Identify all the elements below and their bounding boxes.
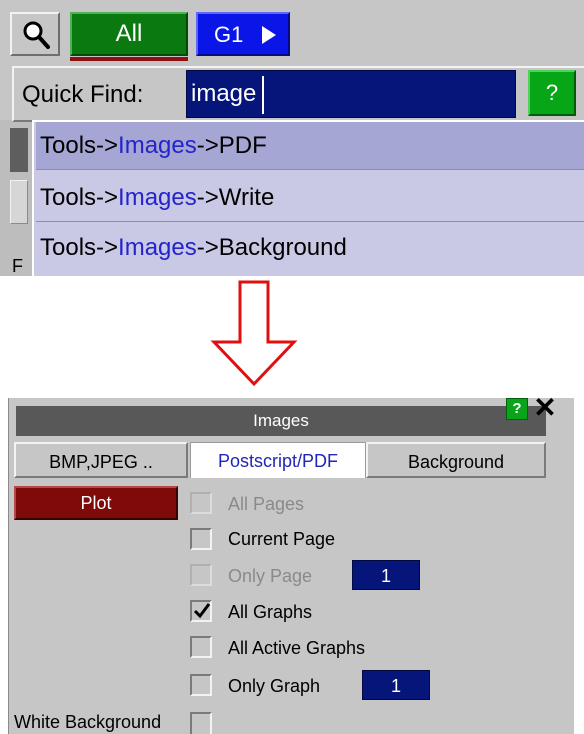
side-strip-letter: F bbox=[12, 256, 23, 276]
dialog-title: Images bbox=[16, 406, 546, 436]
current-page-checkbox[interactable] bbox=[190, 528, 212, 550]
suggestion-item[interactable]: Tools->Images->PDF bbox=[36, 122, 584, 170]
white-background-checkbox[interactable] bbox=[190, 712, 212, 734]
triangle-right-icon bbox=[262, 26, 276, 44]
down-arrow-icon bbox=[210, 280, 298, 387]
only-page-checkbox[interactable] bbox=[190, 564, 212, 586]
all-button-underline bbox=[70, 57, 188, 61]
quick-find-suggestions: Tools->Images->PDF Tools->Images->Write … bbox=[32, 120, 584, 276]
all-graphs-checkbox[interactable] bbox=[190, 600, 212, 622]
current-page-label: Current Page bbox=[228, 529, 336, 549]
all-button[interactable]: All bbox=[70, 12, 188, 56]
plot-button[interactable]: Plot bbox=[14, 486, 178, 520]
dialog-help-button[interactable]: ? bbox=[506, 398, 528, 420]
tab-background[interactable]: Background bbox=[366, 442, 546, 478]
all-active-graphs-checkbox[interactable] bbox=[190, 636, 212, 658]
suggestion-item[interactable]: Tools->Images->Background bbox=[36, 224, 584, 272]
magnifier-icon bbox=[23, 21, 50, 49]
group-label: G1 bbox=[214, 22, 244, 47]
only-page-label: Only Page bbox=[228, 566, 313, 586]
all-pages-checkbox[interactable] bbox=[190, 492, 212, 514]
checkmark-icon bbox=[193, 603, 211, 619]
only-graph-label: Only Graph bbox=[228, 676, 321, 696]
side-strip-button[interactable] bbox=[10, 180, 28, 224]
tab-postscript-pdf[interactable]: Postscript/PDF bbox=[190, 442, 366, 478]
quick-find-input[interactable]: image bbox=[186, 70, 516, 118]
all-graphs-label: All Graphs bbox=[228, 602, 313, 622]
quick-find-help-button[interactable]: ? bbox=[528, 70, 576, 116]
quick-find-label: Quick Find: bbox=[22, 81, 144, 108]
all-active-graphs-label: All Active Graphs bbox=[228, 638, 366, 658]
tab-bmp-jpeg[interactable]: BMP,JPEG .. bbox=[14, 442, 188, 478]
group-g1-button[interactable]: G1 bbox=[196, 12, 290, 56]
side-strip-dark-block bbox=[10, 128, 28, 172]
suggestion-item[interactable]: Tools->Images->Write bbox=[36, 174, 584, 222]
all-pages-label: All Pages bbox=[228, 494, 305, 514]
white-background-label: White Background bbox=[14, 712, 162, 732]
only-graph-checkbox[interactable] bbox=[190, 674, 212, 696]
search-button[interactable] bbox=[10, 12, 60, 56]
only-graph-number-input[interactable]: 1 bbox=[362, 670, 430, 700]
only-page-number-input[interactable]: 1 bbox=[352, 560, 420, 590]
close-icon[interactable]: ✕ bbox=[532, 394, 558, 422]
text-cursor bbox=[262, 76, 264, 114]
